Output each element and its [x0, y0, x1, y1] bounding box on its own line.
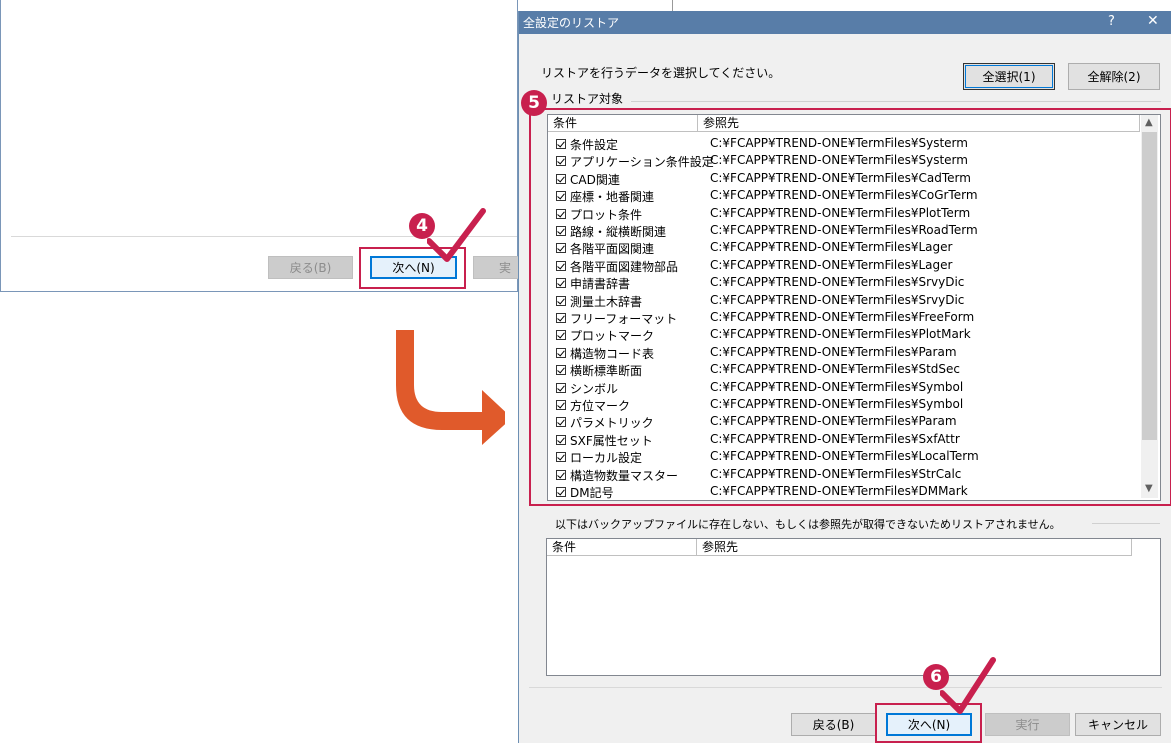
background-back-label: 戻る(B)	[289, 261, 332, 275]
instruction-text: リストアを行うデータを選択してください。	[541, 66, 781, 80]
not-restored-header-reference-label: 参照先	[702, 540, 739, 554]
step5-number: 5	[528, 93, 540, 113]
help-button[interactable]: ?	[1108, 14, 1115, 29]
select-all-label: 全選択(1)	[982, 70, 1036, 84]
not-restored-header-reference[interactable]: 参照先	[697, 539, 1132, 556]
not-restored-header-condition[interactable]: 条件	[547, 539, 697, 556]
notice-line	[1092, 523, 1160, 524]
footer-separator	[529, 687, 1162, 688]
not-restored-list[interactable]: 条件 参照先	[546, 538, 1161, 676]
background-strip	[672, 0, 761, 11]
back-label: 戻る(B)	[812, 718, 855, 732]
step6-check-icon	[940, 657, 996, 714]
step4-check-icon	[427, 208, 486, 262]
background-back-button[interactable]: 戻る(B)	[268, 256, 353, 279]
flow-arrow-icon	[396, 330, 505, 445]
cancel-label: キャンセル	[1087, 718, 1148, 732]
group-label: リストア対象	[551, 92, 624, 106]
select-all-button[interactable]: 全選択(1)	[963, 63, 1055, 90]
step5-badge: 5	[521, 90, 547, 116]
dialog-title: 全設定のリストア	[523, 16, 620, 30]
group-box-line	[631, 101, 1161, 102]
close-button[interactable]: ✕	[1147, 13, 1159, 29]
not-restored-header-condition-label: 条件	[552, 540, 577, 554]
execute-button[interactable]: 実行	[985, 713, 1070, 736]
background-execute-label: 実	[499, 261, 512, 275]
clear-all-label: 全解除(2)	[1087, 70, 1141, 84]
execute-label: 実行	[1015, 718, 1040, 732]
step5-highlight	[529, 108, 1171, 506]
cancel-button[interactable]: キャンセル	[1075, 713, 1161, 736]
clear-all-button[interactable]: 全解除(2)	[1068, 63, 1160, 90]
back-button[interactable]: 戻る(B)	[791, 713, 876, 736]
dialog-titlebar: 全設定のリストア ? ✕	[519, 11, 1171, 34]
restore-dialog: 全設定のリストア ? ✕ リストアを行うデータを選択してください。 全選択(1)…	[518, 11, 1171, 743]
not-restored-notice: 以下はバックアップファイルに存在しない、もしくは参照先が取得できないためリストア…	[555, 518, 1061, 531]
